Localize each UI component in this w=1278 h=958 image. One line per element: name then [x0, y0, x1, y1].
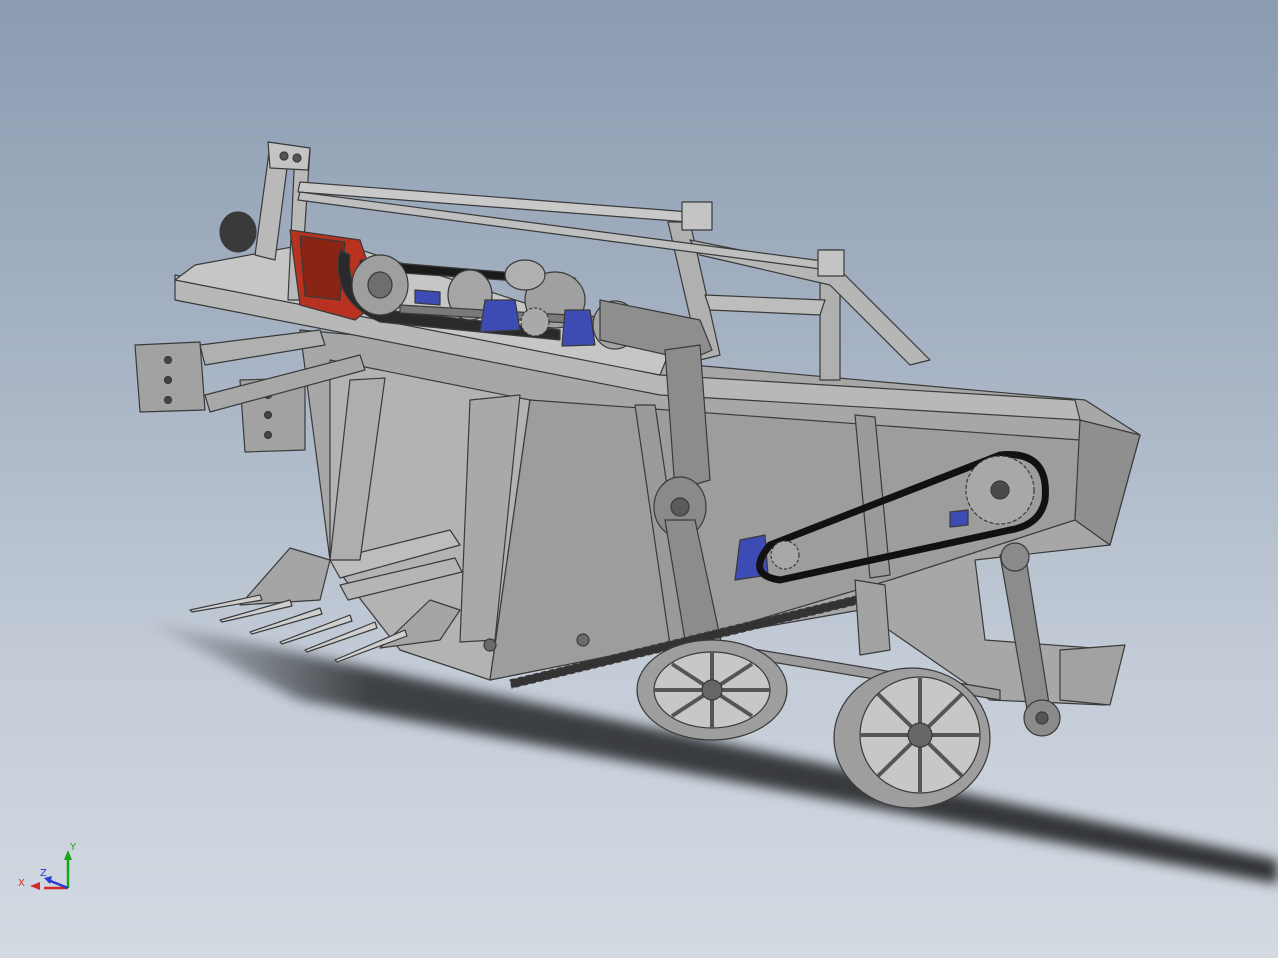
potato-harvester-3d-model[interactable]: [0, 0, 1278, 958]
hopper-rear-face: [1074, 419, 1141, 546]
pulley-hub: [367, 271, 393, 299]
rod-clamp: [817, 249, 845, 277]
sprocket-hub: [990, 480, 1010, 500]
bolt-hole: [163, 375, 173, 385]
rear-tower-cross: [704, 294, 826, 316]
drum-cap: [504, 259, 546, 291]
bolt-hole: [163, 395, 173, 405]
hitch-pin-hole: [279, 151, 289, 161]
pillow-block-bearing: [414, 289, 441, 306]
coordinate-triad: X Y Z: [18, 842, 77, 890]
sprocket: [520, 307, 550, 337]
x-axis-head: [30, 882, 40, 890]
rod-clamp: [681, 201, 713, 231]
hitch-mast-top: [267, 141, 311, 171]
joint-bolt: [670, 497, 690, 517]
drive-sprocket-small: [770, 540, 800, 570]
graphics-viewport[interactable]: X Y Z: [0, 0, 1278, 958]
z-axis-label: Z: [40, 868, 47, 879]
pillow-block-bearing: [479, 299, 521, 333]
y-axis-label: Y: [69, 842, 77, 853]
pillow-block-bearing: [561, 309, 596, 347]
x-axis-label: X: [18, 878, 25, 889]
hitch-pin-hole: [292, 153, 302, 163]
pillow-block-bearing: [949, 509, 969, 528]
rear-link-joint: [1000, 542, 1030, 572]
body-bolt: [576, 633, 590, 647]
front-wheel: [833, 667, 991, 809]
rear-discharge-chute: [1059, 644, 1126, 706]
pto-input-shaft: [219, 211, 257, 253]
bolt-hole: [263, 430, 273, 440]
bolt-hole: [163, 355, 173, 365]
bolt-hole: [263, 410, 273, 420]
joint-bolt: [1035, 711, 1049, 725]
wheel-bracket: [854, 579, 891, 656]
rear-wheel: [636, 639, 788, 741]
body-bolt: [483, 638, 497, 652]
